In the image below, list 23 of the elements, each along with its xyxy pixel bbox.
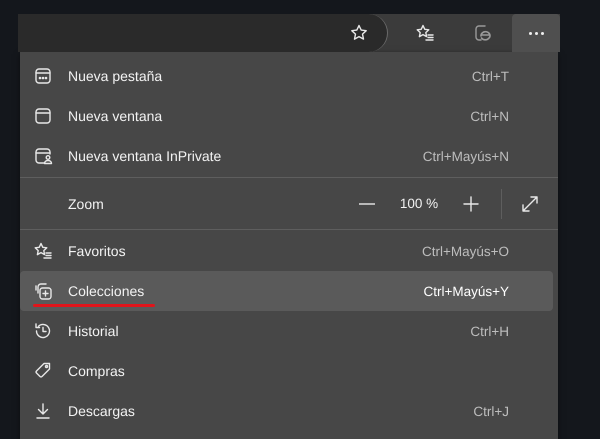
plus-icon	[461, 194, 481, 214]
private-window-icon	[33, 146, 53, 166]
star-list-icon	[415, 23, 435, 43]
menu-item[interactable]: Compras	[20, 351, 553, 391]
menu-item[interactable]: Historial Ctrl+H	[20, 311, 553, 351]
menu-item[interactable]: Favoritos Ctrl+Mayús+O	[20, 231, 553, 271]
zoom-value: 100 %	[398, 196, 440, 211]
menu-item[interactable]: Nueva ventana InPrivate Ctrl+Mayús+N	[20, 136, 553, 176]
menu-item[interactable]: Descargas Ctrl+J	[20, 391, 553, 431]
star-icon	[349, 23, 369, 43]
menu-item[interactable]: Colecciones Ctrl+Mayús+Y	[20, 271, 553, 311]
collections-icon	[33, 281, 53, 301]
minus-icon	[359, 202, 375, 204]
window-icon	[33, 106, 53, 126]
browser-page-icon	[473, 23, 493, 43]
expand-icon	[520, 194, 540, 214]
menu-label: Zoom	[68, 196, 104, 212]
history-icon	[33, 321, 53, 341]
more-icon	[528, 32, 544, 34]
star-list-icon	[33, 241, 53, 261]
menu-item[interactable]: Nueva ventana Ctrl+N	[20, 96, 553, 136]
new-tab-icon	[33, 66, 53, 86]
menu-item[interactable]: Nueva pestaña Ctrl+T	[20, 56, 553, 96]
